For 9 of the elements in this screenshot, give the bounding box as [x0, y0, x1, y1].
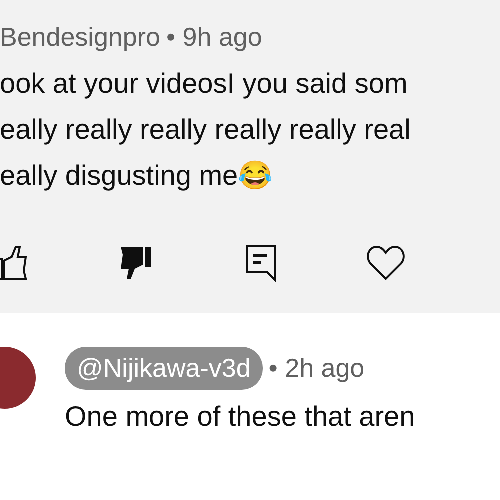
comment-icon: [244, 244, 276, 282]
comment-text-line: eally really really really really real: [0, 113, 412, 147]
comment-text-line: eally disgusting me😂: [0, 159, 274, 193]
comment-text-line: One more of these that aren: [65, 400, 416, 434]
author-handle[interactable]: @Nijikawa-v3d: [65, 347, 263, 390]
author-handle[interactable]: Bendesignpro: [0, 18, 160, 57]
comment-time: • 9h ago: [166, 21, 262, 54]
comment-time: • 2h ago: [268, 352, 365, 385]
comment-text-line: ook at your videosI you said som: [0, 67, 409, 101]
